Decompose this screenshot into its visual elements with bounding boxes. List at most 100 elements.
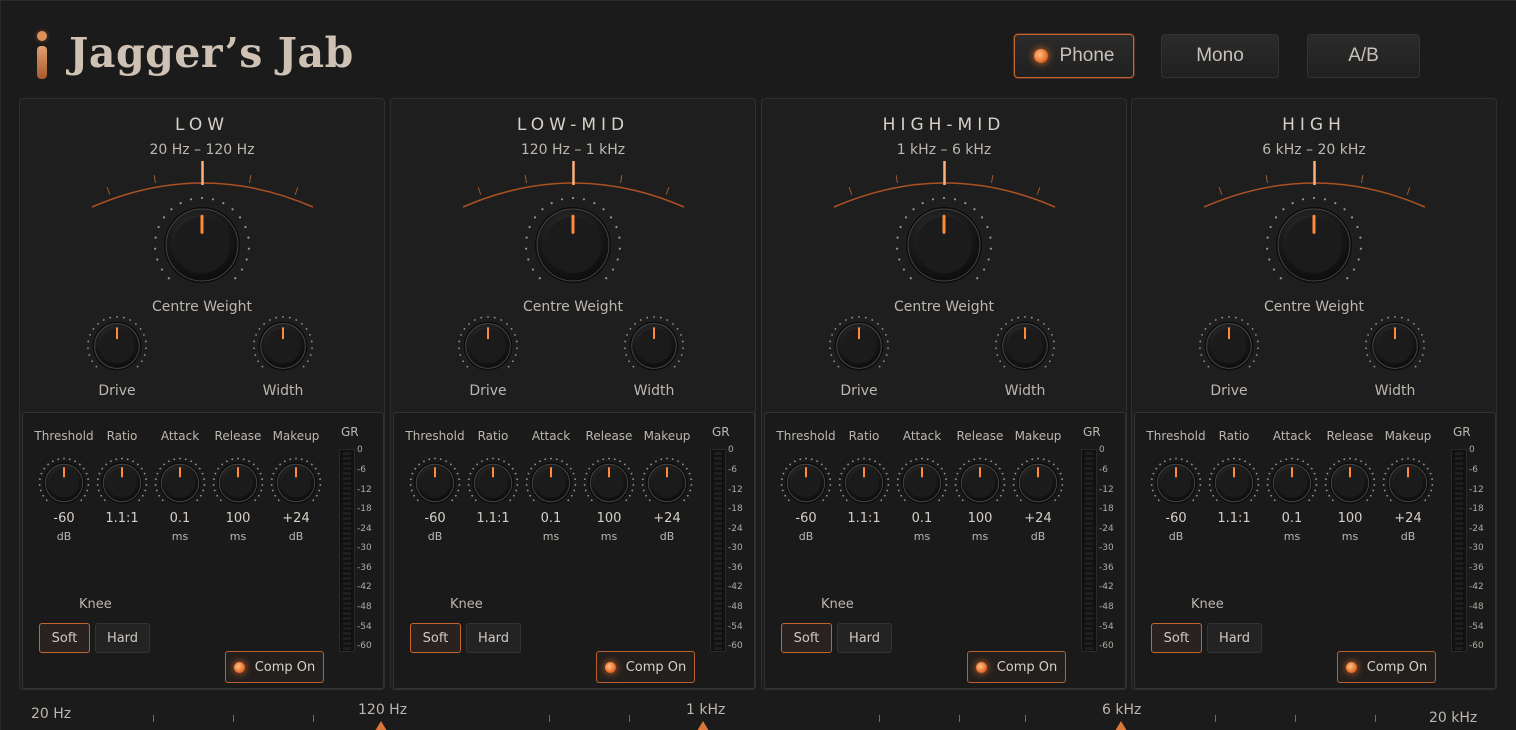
band-range: 1 kHz – 6 kHz <box>896 142 992 158</box>
makeup-value: +24 <box>1394 511 1422 526</box>
axis-tick <box>549 715 550 722</box>
gr-scale-tick: -30 <box>357 543 372 553</box>
centre-weight-knob[interactable] <box>523 195 623 295</box>
gr-scale-tick: -36 <box>1469 563 1484 573</box>
phone-led-icon <box>1033 49 1048 63</box>
knee-soft-button[interactable]: Soft <box>410 623 461 653</box>
threshold-knob[interactable] <box>1150 457 1202 509</box>
drive-knob[interactable] <box>86 315 148 377</box>
centre-weight-knob[interactable] <box>1264 195 1364 295</box>
ratio-knob[interactable] <box>838 457 890 509</box>
knee-soft-button[interactable]: Soft <box>1151 623 1202 653</box>
axis-label-20khz: 20 kHz <box>1429 710 1478 726</box>
width-knob[interactable] <box>1364 315 1426 377</box>
knee-soft-button[interactable]: Soft <box>781 623 832 653</box>
mono-button[interactable]: Mono <box>1161 34 1279 78</box>
attack-knob[interactable] <box>896 457 948 509</box>
drive-knob[interactable] <box>457 315 519 377</box>
drive-knob[interactable] <box>828 315 890 377</box>
threshold-unit: dB <box>798 530 814 543</box>
makeup-unit: dB <box>659 530 675 543</box>
comp-on-button[interactable]: Comp On <box>225 651 324 683</box>
gr-scale-tick: -48 <box>1469 602 1484 612</box>
axis-label-6khz: 6 kHz <box>1102 702 1142 718</box>
knee-hard-button[interactable]: Hard <box>837 623 892 653</box>
gr-scale-tick: 0 <box>357 445 363 455</box>
band-panel-low-mid: LOW-MID 120 Hz – 1 kHz Centre Weight Dri… <box>357 98 790 690</box>
comp-on-label: Comp On <box>996 659 1058 675</box>
width-label: Width <box>262 383 304 399</box>
makeup-knob[interactable] <box>641 457 693 509</box>
attack-knob[interactable] <box>1266 457 1318 509</box>
knee-hard-button[interactable]: Hard <box>1207 623 1262 653</box>
drive-knob[interactable] <box>1198 315 1260 377</box>
comp-on-button[interactable]: Comp On <box>596 651 695 683</box>
knee-soft-button[interactable]: Soft <box>39 623 90 653</box>
axis-tick <box>153 715 154 722</box>
knee-hard-button[interactable]: Hard <box>466 623 521 653</box>
band-panel-high: HIGH 6 kHz – 20 kHz Centre Weight Drive <box>1098 98 1497 690</box>
gr-scale-tick: -30 <box>1099 543 1114 553</box>
makeup-value: +24 <box>1024 511 1052 526</box>
knee-hard-button[interactable]: Hard <box>95 623 150 653</box>
release-knob[interactable] <box>954 457 1006 509</box>
phone-button-label: Phone <box>1059 45 1115 66</box>
crossover-handle-1khz[interactable] <box>697 721 709 730</box>
comp-on-button[interactable]: Comp On <box>967 651 1066 683</box>
gr-scale-tick: -30 <box>728 543 743 553</box>
ratio-knob[interactable] <box>96 457 148 509</box>
makeup-knob[interactable] <box>270 457 322 509</box>
drive-label: Drive <box>840 383 878 399</box>
gr-scale-tick: -18 <box>1099 504 1114 514</box>
makeup-label: Makeup <box>643 429 691 443</box>
width-knob[interactable] <box>994 315 1056 377</box>
width-knob[interactable] <box>623 315 685 377</box>
axis-tick <box>1215 715 1216 722</box>
gr-label: GR <box>1453 425 1471 439</box>
centre-weight-knob[interactable] <box>152 195 252 295</box>
width-knob[interactable] <box>252 315 314 377</box>
band-range: 6 kHz – 20 kHz <box>1262 142 1366 158</box>
band-range: 120 Hz – 1 kHz <box>520 142 626 158</box>
attack-knob[interactable] <box>154 457 206 509</box>
compressor-section: Threshold -60 dB Ratio 1.1:1 Attack 0.1 … <box>22 412 384 689</box>
centre-weight-knob[interactable] <box>894 195 994 295</box>
compressor-section: Threshold -60 dB Ratio 1.1:1 Attack 0.1 … <box>1134 412 1496 689</box>
axis-tick <box>313 715 314 722</box>
gr-scale-tick: -36 <box>1099 563 1114 573</box>
axis-tick <box>1295 715 1296 722</box>
crossover-handle-6khz[interactable] <box>1115 721 1127 730</box>
gr-scale-tick: -42 <box>357 582 372 592</box>
attack-knob[interactable] <box>525 457 577 509</box>
threshold-knob[interactable] <box>780 457 832 509</box>
release-knob[interactable] <box>1324 457 1376 509</box>
axis-tick <box>1025 715 1026 722</box>
gr-scale-tick: -48 <box>1099 602 1114 612</box>
ab-button[interactable]: A/B <box>1307 34 1420 78</box>
mono-button-label: Mono <box>1196 45 1244 66</box>
makeup-label: Makeup <box>1384 429 1432 443</box>
knee-label: Knee <box>79 597 112 612</box>
ratio-knob[interactable] <box>467 457 519 509</box>
makeup-knob[interactable] <box>1012 457 1064 509</box>
phone-button[interactable]: Phone <box>1014 34 1134 78</box>
band-panel-high-mid: HIGH-MID 1 kHz – 6 kHz Centre Weight Dri… <box>728 98 1161 690</box>
band-name: HIGH <box>1282 115 1346 135</box>
gr-scale-tick: -24 <box>1469 524 1484 534</box>
makeup-knob[interactable] <box>1382 457 1434 509</box>
drive-label: Drive <box>98 383 136 399</box>
gr-scale-tick: 0 <box>1099 445 1105 455</box>
comp-on-label: Comp On <box>625 659 687 675</box>
makeup-unit: dB <box>1400 530 1416 543</box>
drive-label: Drive <box>469 383 507 399</box>
compressor-section: Threshold -60 dB Ratio 1.1:1 Attack 0.1 … <box>393 412 755 689</box>
ratio-knob[interactable] <box>1208 457 1260 509</box>
release-knob[interactable] <box>212 457 264 509</box>
comp-on-button[interactable]: Comp On <box>1337 651 1436 683</box>
gr-scale-tick: -54 <box>1099 622 1114 632</box>
threshold-knob[interactable] <box>38 457 90 509</box>
threshold-knob[interactable] <box>409 457 461 509</box>
release-knob[interactable] <box>583 457 635 509</box>
crossover-handle-120hz[interactable] <box>375 721 387 730</box>
centre-weight-label: Centre Weight <box>151 299 253 315</box>
